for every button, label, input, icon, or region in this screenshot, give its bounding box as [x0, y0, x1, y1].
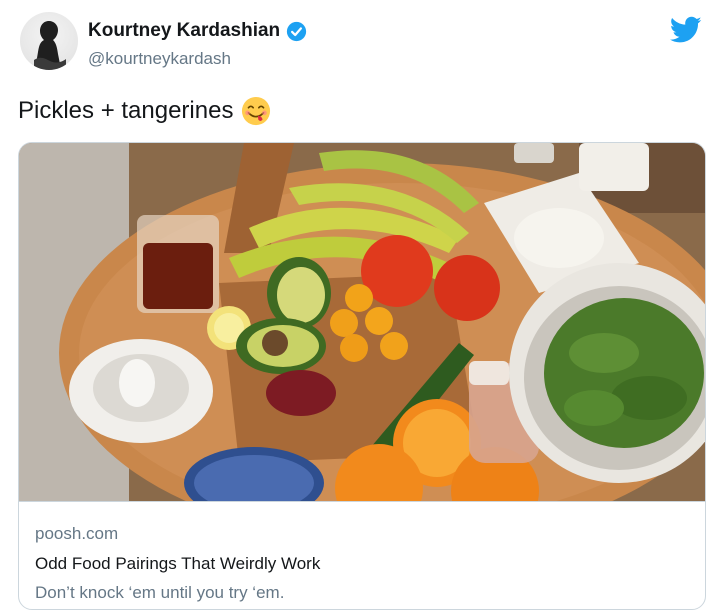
verified-badge-icon: [287, 21, 307, 41]
link-card[interactable]: poosh.com Odd Food Pairings That Weirdly…: [18, 142, 706, 610]
face-savoring-food-emoji-icon: [242, 96, 271, 126]
tweet-text-content: Pickles + tangerines: [18, 97, 234, 124]
avatar[interactable]: [20, 12, 78, 70]
display-name[interactable]: Kourtney Kardashian: [88, 20, 280, 42]
card-title: Odd Food Pairings That Weirdly Work: [35, 554, 321, 573]
food-table-photo[interactable]: [19, 143, 706, 501]
card-domain: poosh.com: [35, 524, 119, 543]
author-handle[interactable]: @kourtneykardash: [88, 49, 231, 69]
author-name-row: Kourtney Kardashian: [88, 18, 307, 44]
card-meta[interactable]: poosh.com Odd Food Pairings That Weirdly…: [19, 501, 705, 609]
twitter-bird-icon[interactable]: [670, 16, 702, 44]
tweet-text: Pickles + tangerines: [18, 96, 271, 126]
card-description: Don’t knock ‘em until you try ‘em.: [35, 583, 285, 602]
tweet: Kourtney Kardashian @kourtneykardash Pic…: [0, 0, 720, 614]
person-silhouette-avatar-icon: [34, 21, 66, 70]
